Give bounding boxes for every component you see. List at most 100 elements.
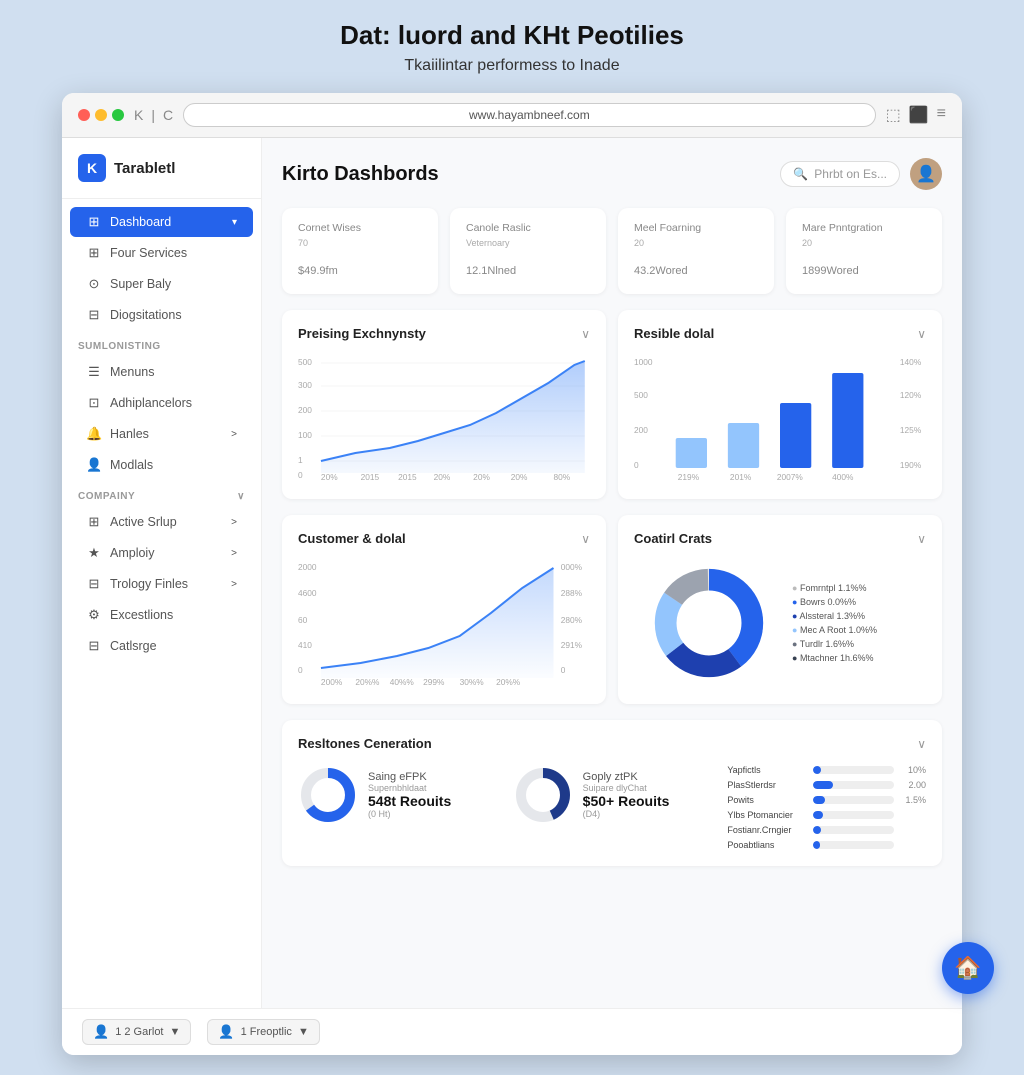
main-content: Kirto Dashbords 🔍 Phrbt on Es... 👤 Corne… (262, 138, 962, 1008)
stat-sub-1: Veternoary (466, 238, 590, 248)
legend-item-2: ● Alssteral 1.3%% (792, 611, 926, 621)
sidebar-item-diogs[interactable]: ⊟ Diogsitations (70, 300, 253, 330)
hbar-track-2 (813, 796, 894, 804)
area-chart-svg: 500 300 200 100 1 0 (298, 353, 590, 483)
svg-text:219%: 219% (678, 473, 699, 482)
customer-chart: 2000 4600 60 410 0 000% 288% 280% 291% 0 (298, 558, 590, 688)
nav-sep: | (151, 107, 155, 123)
legend-item-4: ● Turdlr 1.6%% (792, 639, 926, 649)
sidebar-item-modlals[interactable]: 👤 Modlals (70, 450, 253, 480)
donut-svg (634, 558, 784, 688)
sidebar-item-excest[interactable]: ⚙ Excestlions (70, 600, 253, 630)
svg-text:0: 0 (298, 471, 303, 480)
chart-card-bar: Resible dolal ∨ 1000 500 200 0 140% 120% (618, 310, 942, 499)
legend-item-3: ● Mec A Root 1.0%% (792, 625, 926, 635)
chart-title-3: Customer & dolal (298, 531, 406, 546)
sidebar-item-catlsrge[interactable]: ⊟ Catlsrge (70, 631, 253, 661)
tab-icon[interactable]: ⬛ (909, 105, 929, 125)
chart-chevron-2[interactable]: ∨ (917, 327, 926, 341)
svg-text:120%: 120% (900, 391, 921, 400)
svg-text:500: 500 (634, 391, 648, 400)
svg-text:20%%: 20%% (355, 678, 379, 687)
hbar-row-1: PlasStlerdsr 2.00 (727, 780, 926, 790)
toolbar-item-1[interactable]: 👤 1 2 Garlot ▼ (82, 1019, 191, 1045)
bottom-title: Resltones Ceneration (298, 736, 432, 751)
dot-green[interactable] (112, 109, 124, 121)
mini-stat-name-2: Goply ztPK (583, 771, 670, 783)
adhipl-icon: ⊡ (86, 395, 102, 411)
chart-chevron-1[interactable]: ∨ (581, 327, 590, 341)
browser-window: K | C www.hayambneef.com ⬚ ⬛ ≡ K Tarable… (62, 93, 962, 1055)
mini-stat-val-2: $50+ Reouits (583, 793, 670, 809)
modlals-icon: 👤 (86, 457, 102, 473)
hbar-row-3: Ylbs Ptomancier (727, 810, 926, 820)
menu-icon[interactable]: ≡ (937, 105, 946, 125)
dashboard-chevron: ▾ (232, 217, 237, 228)
search-icon: 🔍 (793, 167, 808, 181)
hanles-label: Hanles (110, 427, 149, 441)
mini-stat-val2-2: (D4) (583, 809, 670, 819)
chart-chevron-3[interactable]: ∨ (581, 532, 590, 546)
svg-text:201%: 201% (730, 473, 751, 482)
donut-chart: ● Fomrntpl 1.1%% ● Bowrs 0.0%% ● Alsster… (634, 558, 926, 688)
float-home-button[interactable]: 🏠 (942, 942, 994, 994)
four-services-label: Four Services (110, 246, 187, 260)
dot-yellow[interactable] (95, 109, 107, 121)
main-header: Kirto Dashbords 🔍 Phrbt on Es... 👤 (282, 158, 942, 190)
catlsrge-label: Catlsrge (110, 639, 157, 653)
hbar-fill-4 (813, 826, 821, 834)
svg-text:4600: 4600 (298, 589, 317, 598)
sidebar: K Tarabletl ⊞ Dashboard ▾ ⊞ Four Service… (62, 138, 262, 1008)
bottom-chevron[interactable]: ∨ (917, 737, 926, 751)
search-bar[interactable]: 🔍 Phrbt on Es... (780, 161, 900, 187)
svg-text:2015: 2015 (361, 473, 380, 482)
sidebar-item-amploiy[interactable]: ★ Amploiy > (70, 538, 253, 568)
excest-label: Excestlions (110, 608, 173, 622)
legend-item-5: ● Mtachner 1h.6%% (792, 653, 926, 663)
super-baly-icon: ⊙ (86, 276, 102, 292)
mini-donut-1-svg (298, 765, 358, 825)
toolbar-item-2[interactable]: 👤 1 Freoptlic ▼ (207, 1019, 319, 1045)
svg-text:2015: 2015 (398, 473, 417, 482)
area-chart: 500 300 200 100 1 0 (298, 353, 590, 483)
amploiy-icon: ★ (86, 545, 102, 561)
sidebar-item-dashboard[interactable]: ⊞ Dashboard ▾ (70, 207, 253, 237)
browser-actions: ⬚ ⬛ ≡ (886, 105, 946, 125)
chart-chevron-4[interactable]: ∨ (917, 532, 926, 546)
trology-label: Trology Finles (110, 577, 188, 591)
toolbar-arrow-1: ▼ (170, 1026, 181, 1038)
hbar-fill-0 (813, 766, 821, 774)
header-right: 🔍 Phrbt on Es... 👤 (780, 158, 942, 190)
stat-card-1: Canole Raslic Veternoary 12.1Nlned (450, 208, 606, 294)
svg-text:200: 200 (634, 426, 648, 435)
bottom-section: Resltones Ceneration ∨ Sa (282, 720, 942, 866)
hbar-track-1 (813, 781, 894, 789)
sidebar-item-four-services[interactable]: ⊞ Four Services (70, 238, 253, 268)
sidebar-item-trology[interactable]: ⊟ Trology Finles > (70, 569, 253, 599)
menuns-label: Menuns (110, 365, 154, 379)
sidebar-item-super-baly[interactable]: ⊙ Super Baly (70, 269, 253, 299)
stat-label-0: Cornet Wises (298, 222, 422, 234)
url-bar[interactable]: www.hayambneef.com (183, 103, 876, 127)
bookmark-icon[interactable]: ⬚ (886, 105, 901, 125)
bottom-toolbar: 👤 1 2 Garlot ▼ 👤 1 Freoptlic ▼ (62, 1008, 962, 1055)
sidebar-item-adhipl[interactable]: ⊡ Adhiplancelors (70, 388, 253, 418)
svg-text:125%: 125% (900, 426, 921, 435)
hanles-icon: 🔔 (86, 426, 102, 442)
nav-back[interactable]: K (134, 107, 143, 123)
mini-donut-2-wrap: Goply ztPK Suipare dlyChat $50+ Reouits … (513, 765, 712, 825)
charts-row-1: Preising Exchnynsty ∨ 500 300 200 100 1 … (282, 310, 942, 499)
sidebar-item-active-srlup[interactable]: ⊞ Active Srlup > (70, 507, 253, 537)
chart-title-4: Coatirl Crats (634, 531, 712, 546)
stat-label-3: Mare Pnntgration (802, 222, 926, 234)
chart-header-3: Customer & dolal ∨ (298, 531, 590, 546)
main-title: Kirto Dashbords (282, 163, 439, 186)
stat-sub-0: 70 (298, 238, 422, 248)
dot-red[interactable] (78, 109, 90, 121)
donut-svg-wrap (634, 558, 784, 688)
svg-text:000%: 000% (561, 563, 582, 572)
bottom-header: Resltones Ceneration ∨ (298, 736, 926, 751)
sidebar-item-hanles[interactable]: 🔔 Hanles > (70, 419, 253, 449)
nav-forward[interactable]: C (163, 107, 173, 123)
sidebar-item-menuns[interactable]: ☰ Menuns (70, 357, 253, 387)
